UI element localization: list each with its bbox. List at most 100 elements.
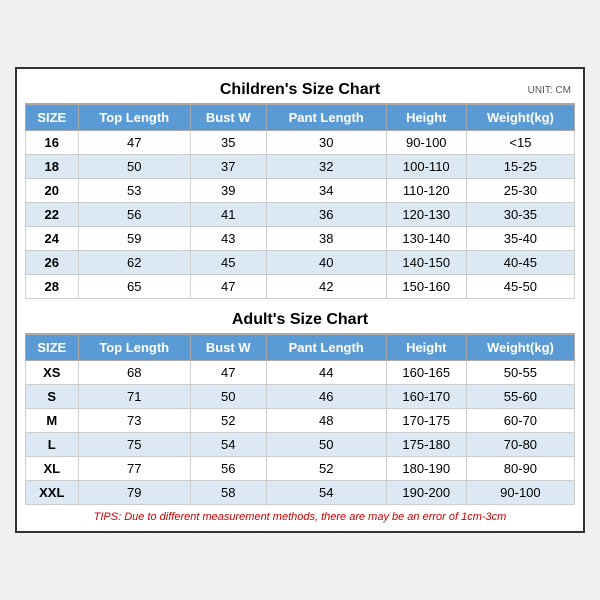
- table-cell: S: [26, 385, 79, 409]
- table-cell: 190-200: [386, 481, 466, 505]
- adult-col-size: SIZE: [26, 335, 79, 361]
- table-cell: L: [26, 433, 79, 457]
- table-row: L755450175-18070-80: [26, 433, 575, 457]
- table-cell: 90-100: [386, 131, 466, 155]
- table-cell: 53: [78, 179, 190, 203]
- table-cell: 180-190: [386, 457, 466, 481]
- table-row: XXL795854190-20090-100: [26, 481, 575, 505]
- table-cell: 18: [26, 155, 79, 179]
- children-col-height: Height: [386, 105, 466, 131]
- table-row: 20533934110-12025-30: [26, 179, 575, 203]
- table-cell: 50: [190, 385, 266, 409]
- table-cell: 170-175: [386, 409, 466, 433]
- table-cell: 70-80: [466, 433, 574, 457]
- table-cell: 60-70: [466, 409, 574, 433]
- table-cell: 54: [190, 433, 266, 457]
- table-cell: 100-110: [386, 155, 466, 179]
- table-row: 1647353090-100<15: [26, 131, 575, 155]
- table-cell: 48: [266, 409, 386, 433]
- table-cell: 32: [266, 155, 386, 179]
- chart-container: Children's Size Chart UNIT: CM SIZE Top …: [15, 67, 585, 533]
- table-cell: 44: [266, 361, 386, 385]
- table-cell: 24: [26, 227, 79, 251]
- table-cell: 52: [190, 409, 266, 433]
- table-cell: 22: [26, 203, 79, 227]
- table-cell: 26: [26, 251, 79, 275]
- table-row: 24594338130-14035-40: [26, 227, 575, 251]
- table-cell: 50: [266, 433, 386, 457]
- table-row: 28654742150-16045-50: [26, 275, 575, 299]
- children-col-bust-w: Bust W: [190, 105, 266, 131]
- adult-title: Adult's Size Chart: [232, 311, 368, 329]
- adult-col-top-length: Top Length: [78, 335, 190, 361]
- adult-col-bust-w: Bust W: [190, 335, 266, 361]
- table-cell: 47: [190, 275, 266, 299]
- table-cell: 45-50: [466, 275, 574, 299]
- children-col-weight: Weight(kg): [466, 105, 574, 131]
- table-cell: 35: [190, 131, 266, 155]
- table-cell: 15-25: [466, 155, 574, 179]
- table-cell: 79: [78, 481, 190, 505]
- children-col-pant-length: Pant Length: [266, 105, 386, 131]
- children-header-row: SIZE Top Length Bust W Pant Length Heigh…: [26, 105, 575, 131]
- table-cell: 38: [266, 227, 386, 251]
- table-cell: 34: [266, 179, 386, 203]
- table-cell: 40: [266, 251, 386, 275]
- table-cell: 41: [190, 203, 266, 227]
- table-cell: 37: [190, 155, 266, 179]
- table-row: XS684744160-16550-55: [26, 361, 575, 385]
- table-cell: 150-160: [386, 275, 466, 299]
- table-cell: 68: [78, 361, 190, 385]
- table-cell: 59: [78, 227, 190, 251]
- table-cell: 42: [266, 275, 386, 299]
- table-cell: 50-55: [466, 361, 574, 385]
- table-cell: 62: [78, 251, 190, 275]
- table-row: 26624540140-15040-45: [26, 251, 575, 275]
- table-cell: 43: [190, 227, 266, 251]
- table-cell: 77: [78, 457, 190, 481]
- children-col-size: SIZE: [26, 105, 79, 131]
- table-cell: 73: [78, 409, 190, 433]
- table-cell: 30: [266, 131, 386, 155]
- table-cell: 55-60: [466, 385, 574, 409]
- table-cell: 52: [266, 457, 386, 481]
- table-cell: 75: [78, 433, 190, 457]
- table-cell: 50: [78, 155, 190, 179]
- table-cell: 58: [190, 481, 266, 505]
- table-row: M735248170-17560-70: [26, 409, 575, 433]
- table-cell: M: [26, 409, 79, 433]
- adult-title-row: Adult's Size Chart: [25, 307, 575, 334]
- adult-table: SIZE Top Length Bust W Pant Length Heigh…: [25, 334, 575, 505]
- table-cell: 130-140: [386, 227, 466, 251]
- table-cell: XL: [26, 457, 79, 481]
- table-cell: 45: [190, 251, 266, 275]
- table-cell: 28: [26, 275, 79, 299]
- table-cell: 30-35: [466, 203, 574, 227]
- children-col-top-length: Top Length: [78, 105, 190, 131]
- table-cell: 175-180: [386, 433, 466, 457]
- table-cell: 25-30: [466, 179, 574, 203]
- table-cell: 56: [190, 457, 266, 481]
- table-cell: 40-45: [466, 251, 574, 275]
- table-cell: XXL: [26, 481, 79, 505]
- table-row: XL775652180-19080-90: [26, 457, 575, 481]
- adult-col-weight: Weight(kg): [466, 335, 574, 361]
- adult-col-height: Height: [386, 335, 466, 361]
- adult-header-row: SIZE Top Length Bust W Pant Length Heigh…: [26, 335, 575, 361]
- table-cell: 90-100: [466, 481, 574, 505]
- table-cell: 47: [78, 131, 190, 155]
- table-row: 22564136120-13030-35: [26, 203, 575, 227]
- tips-text: TIPS: Due to different measurement metho…: [25, 511, 575, 523]
- table-row: 18503732100-11015-25: [26, 155, 575, 179]
- table-cell: 36: [266, 203, 386, 227]
- table-cell: 39: [190, 179, 266, 203]
- table-cell: 160-165: [386, 361, 466, 385]
- table-row: S715046160-17055-60: [26, 385, 575, 409]
- table-cell: 20: [26, 179, 79, 203]
- table-cell: 16: [26, 131, 79, 155]
- table-cell: 47: [190, 361, 266, 385]
- table-cell: 110-120: [386, 179, 466, 203]
- children-title-row: Children's Size Chart UNIT: CM: [25, 77, 575, 104]
- table-cell: 80-90: [466, 457, 574, 481]
- table-cell: 140-150: [386, 251, 466, 275]
